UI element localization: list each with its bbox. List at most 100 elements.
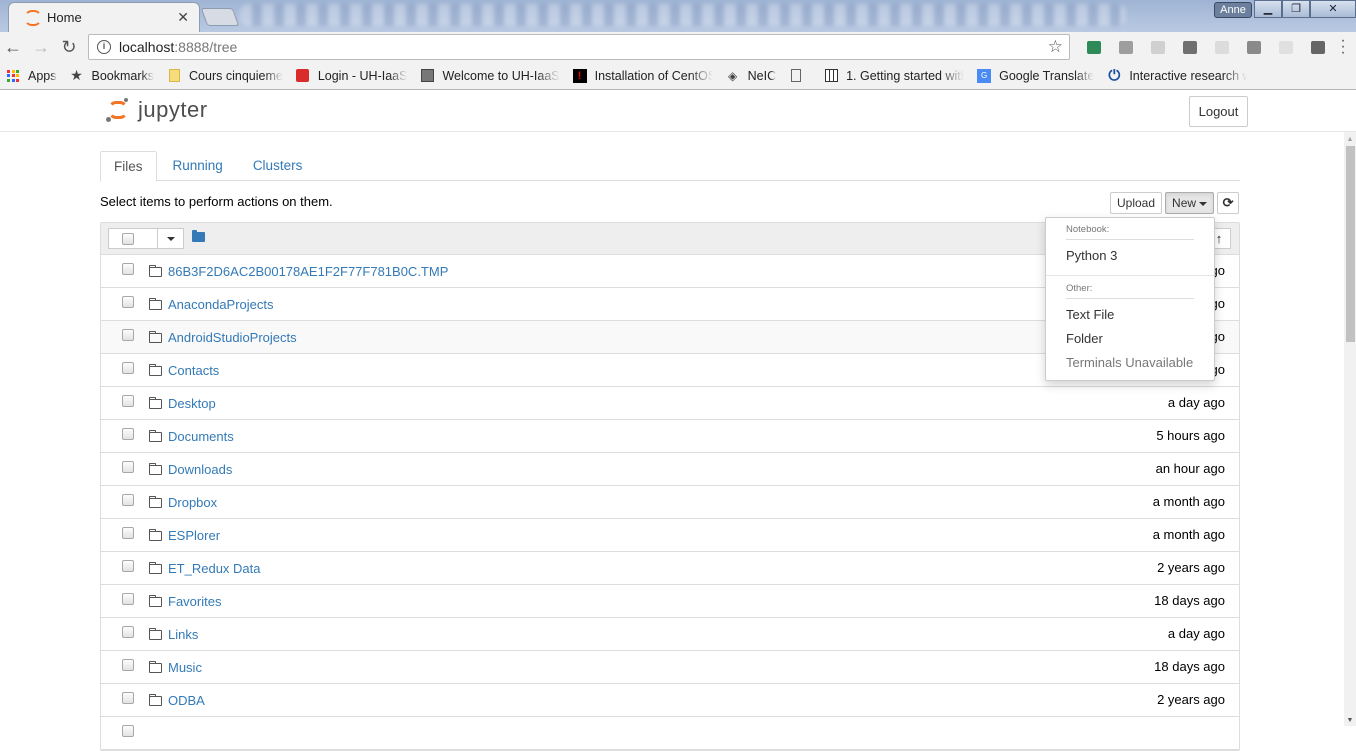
folder-icon [149, 595, 162, 607]
file-name-link[interactable]: Downloads [168, 462, 232, 477]
document-extension-icon[interactable] [1206, 38, 1238, 56]
menu-divider [1046, 275, 1214, 276]
row-checkbox[interactable] [122, 692, 134, 704]
bookmark-item[interactable]: ★ Bookmarks [70, 69, 154, 83]
tab-bar: Files Running Clusters [100, 151, 1240, 182]
tab-running[interactable]: Running [159, 151, 237, 181]
select-dropdown-button[interactable] [158, 228, 184, 249]
home-folder-icon[interactable] [192, 230, 205, 242]
file-name-link[interactable]: ET_Redux Data [168, 561, 261, 576]
menu-item-terminals-unavailable: Terminals Unavailable [1066, 355, 1194, 370]
bookmark-item[interactable]: G Google Translate [977, 68, 1094, 83]
caret-down-icon [166, 236, 175, 241]
file-name-link[interactable]: Favorites [168, 594, 221, 609]
file-name-link[interactable]: ODBA [168, 693, 205, 708]
file-name-link[interactable]: Music [168, 660, 202, 675]
forward-arrow-icon[interactable]: → [30, 36, 52, 58]
refresh-button[interactable]: ⟳ [1217, 192, 1240, 214]
file-name-link[interactable]: Documents [168, 429, 234, 444]
select-all-checkbox-wrap[interactable] [108, 228, 158, 249]
address-bar[interactable]: i localhost:8888/tree ☆ [88, 34, 1070, 60]
window-close-button[interactable]: ✕ [1310, 0, 1356, 18]
browser-menu-icon[interactable]: · · · [1340, 33, 1346, 61]
scrollbar-thumb[interactable] [1346, 146, 1355, 342]
select-all-checkbox[interactable] [122, 232, 134, 245]
bars-extension-icon[interactable] [1302, 38, 1334, 56]
extension-icons [1078, 38, 1334, 56]
reload-icon[interactable]: ↻ [58, 36, 80, 58]
row-checkbox[interactable] [122, 494, 134, 506]
file-name-link[interactable]: Contacts [168, 363, 219, 378]
bookmark-star-icon[interactable]: ☆ [1048, 37, 1063, 57]
row-checkbox[interactable] [122, 725, 134, 737]
bookmark-item[interactable] [789, 69, 811, 83]
bookmark-item[interactable]: ⏻ Interactive research w [1107, 69, 1247, 83]
folder-icon [149, 562, 162, 574]
other-section-header: Other: [1066, 283, 1093, 294]
bookmark-label: Installation of CentOS [594, 68, 713, 83]
back-arrow-icon[interactable]: ← [2, 36, 24, 58]
minimize-button[interactable]: ▁ [1254, 0, 1282, 18]
row-checkbox[interactable] [122, 329, 134, 341]
row-checkbox[interactable] [122, 626, 134, 638]
file-row: ESPlorer a month ago [101, 519, 1239, 552]
file-name-link[interactable]: AndroidStudioProjects [168, 330, 297, 345]
mcafee-extension-icon[interactable] [1174, 38, 1206, 56]
restore-button[interactable]: ❐ [1282, 0, 1310, 18]
browser-tab-home[interactable]: Home ✕ [8, 2, 200, 32]
row-checkbox[interactable] [122, 296, 134, 308]
tab-clusters[interactable]: Clusters [239, 151, 317, 181]
upload-button[interactable]: Upload [1110, 192, 1163, 214]
page-scrollbar[interactable]: ▲ ▼ [1344, 132, 1356, 726]
file-name-link[interactable]: AnacondaProjects [168, 297, 274, 312]
row-checkbox[interactable] [122, 527, 134, 539]
profile-badge[interactable]: Anne [1214, 2, 1252, 18]
file-name-link[interactable]: ESPlorer [168, 528, 220, 543]
file-row: Music 18 days ago [101, 651, 1239, 684]
file-row: Desktop a day ago [101, 387, 1239, 420]
menu-item-text-file[interactable]: Text File [1046, 303, 1214, 327]
md-extension-icon[interactable] [1110, 38, 1142, 56]
row-checkbox[interactable] [122, 593, 134, 605]
scroll-up-icon[interactable]: ▲ [1346, 136, 1354, 143]
new-button[interactable]: New [1165, 192, 1215, 214]
file-name-link[interactable]: Dropbox [168, 495, 217, 510]
row-checkbox[interactable] [122, 362, 134, 374]
folder-icon [149, 496, 162, 508]
row-checkbox[interactable] [122, 560, 134, 572]
info-icon[interactable]: i [97, 40, 111, 54]
comment-extension-icon[interactable] [1270, 38, 1302, 56]
tab-files[interactable]: Files [100, 151, 157, 182]
green-board-extension-icon[interactable] [1078, 38, 1110, 56]
tab-close-icon[interactable]: ✕ [177, 9, 189, 26]
row-checkbox[interactable] [122, 395, 134, 407]
logout-button[interactable]: Logout [1189, 96, 1248, 127]
bookmark-label: Login - UH-IaaS [317, 68, 408, 83]
bookmark-item[interactable]: Apps [6, 69, 57, 83]
menu-item-python3[interactable]: Python 3 [1046, 244, 1214, 268]
row-checkbox[interactable] [122, 428, 134, 440]
file-name-link[interactable]: Links [168, 627, 198, 642]
file-row: Downloads an hour ago [101, 453, 1239, 486]
modified-time: an hour ago [1155, 461, 1225, 476]
row-checkbox[interactable] [122, 461, 134, 473]
panel-icon [420, 69, 434, 83]
menu-item-folder[interactable]: Folder [1046, 327, 1214, 351]
row-checkbox[interactable] [122, 263, 134, 275]
new-tab-button[interactable] [200, 8, 240, 26]
file-name-link[interactable]: 86B3F2D6AC2B00178AE1F2F77F781B0C.TMP [168, 264, 448, 279]
bookmark-item[interactable]: Cours cinquieme [167, 69, 283, 83]
bookmark-item[interactable]: ◈ NeIC [726, 69, 776, 83]
bookmark-item[interactable]: 1. Getting started with [824, 69, 964, 83]
bookmark-item[interactable]: ! Installation of CentOS [572, 68, 713, 83]
browser-toolbar: ← → ↻ i localhost:8888/tree ☆ · · · [0, 32, 1356, 62]
bookmark-item[interactable]: Login - UH-IaaS [296, 68, 408, 83]
b-extension-icon[interactable] [1142, 38, 1174, 56]
folder-icon [149, 397, 162, 409]
scroll-down-icon[interactable]: ▼ [1346, 717, 1354, 724]
shape-extension-icon[interactable] [1238, 38, 1270, 56]
bookmark-item[interactable]: Welcome to UH-IaaS [420, 69, 560, 83]
file-name-link[interactable]: Desktop [168, 396, 216, 411]
jupyter-logo[interactable]: jupyter [106, 97, 208, 123]
row-checkbox[interactable] [122, 659, 134, 671]
